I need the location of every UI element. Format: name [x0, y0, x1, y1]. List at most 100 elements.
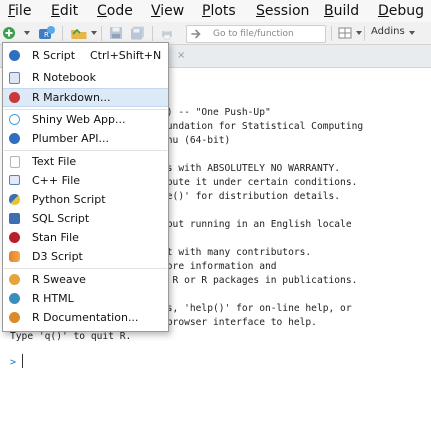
menu-item-sql-script[interactable]: SQL Script [3, 210, 168, 228]
menu-item-shiny-web-app[interactable]: Shiny Web App... [3, 111, 168, 129]
open-folder-icon[interactable] [70, 26, 88, 40]
menu-item-label: R Documentation... [32, 311, 139, 324]
menu-item-label: R Notebook [32, 71, 96, 84]
menu-item-label: R HTML [32, 292, 74, 305]
print-icon[interactable] [160, 26, 174, 40]
console-line: ibute it under certain conditions. [161, 177, 358, 188]
menu-code[interactable]: Code [97, 1, 133, 21]
chevron-down-icon[interactable] [91, 31, 97, 35]
menu-file-label: File [8, 3, 32, 19]
menu-item-r-html[interactable]: R HTML [3, 290, 168, 308]
menu-item-text-file[interactable]: Text File [3, 153, 168, 171]
menu-item-stan-file[interactable]: Stan File [3, 229, 168, 247]
chevron-down-icon[interactable] [409, 31, 415, 35]
r-markdown-icon [9, 92, 20, 103]
toolbar-divider [152, 26, 153, 41]
menu-item-label: D3 Script [32, 250, 83, 263]
console-prompt: > [10, 357, 17, 368]
menu-debug[interactable]: Debug [378, 1, 424, 21]
menu-item-r-notebook[interactable]: R Notebook [3, 69, 168, 87]
menu-item-label: Python Script [32, 193, 106, 206]
chevron-down-icon[interactable] [24, 31, 30, 35]
console-line: os, 'help()' for on-line help, or [161, 303, 352, 314]
menu-item-r-script[interactable]: R Script Ctrl+Shift+N [3, 47, 168, 65]
r-script-icon [9, 50, 20, 61]
new-file-icon[interactable] [2, 26, 16, 40]
menu-session-label: Session [256, 3, 310, 19]
console-line: but running in an English locale [161, 219, 352, 230]
menu-item-label: Shiny Web App... [32, 113, 126, 126]
r-doc-icon [9, 312, 20, 323]
menu-item-label: SQL Script [32, 212, 90, 225]
menu-item-label: Stan File [32, 231, 79, 244]
console-line: gnu (64-bit) [161, 135, 231, 146]
new-file-menu: R Script Ctrl+Shift+N R Notebook R Markd… [2, 42, 169, 332]
menu-item-label: R Sweave [32, 273, 86, 286]
console-line: es with ABSOLUTELY NO WARRANTY. [161, 163, 341, 174]
addins-button[interactable]: Addins [371, 25, 405, 39]
toolbar-divider [101, 26, 102, 41]
cpp-file-icon [9, 175, 20, 185]
svg-text:R: R [44, 31, 49, 39]
menu-file[interactable]: File [8, 1, 31, 21]
menu-item-r-markdown[interactable]: R Markdown... [3, 88, 168, 107]
console-line: ce()' for distribution details. [161, 191, 341, 202]
menu-item-label: C++ File [32, 174, 81, 187]
menu-view-label: View [151, 3, 185, 19]
go-to-arrow-icon [191, 29, 201, 39]
sweave-icon [9, 274, 20, 285]
menu-item-cpp-file[interactable]: C++ File [3, 172, 168, 190]
toolbar-divider [364, 26, 365, 41]
menu-divider [4, 109, 167, 110]
menu-edit[interactable]: Edit [51, 1, 78, 21]
go-to-file-placeholder: Go to file/function [213, 29, 294, 39]
menu-item-label: R Markdown... [32, 91, 111, 104]
menu-session[interactable]: Session [256, 1, 309, 21]
text-file-icon [10, 156, 20, 168]
menu-edit-label: Edit [51, 3, 79, 19]
menu-divider [4, 268, 167, 269]
menu-divider [4, 150, 167, 151]
menu-bar: File Edit Code View Plots Session Build … [0, 0, 431, 22]
menu-item-plumber-api[interactable]: Plumber API... [3, 130, 168, 148]
console-line: )) -- "One Push-Up" [161, 107, 271, 118]
menu-item-label: Plumber API... [32, 132, 110, 145]
console-line: more information and [161, 261, 277, 272]
menu-debug-label: Debug [378, 3, 425, 19]
menu-plots[interactable]: Plots [202, 1, 236, 21]
menu-view[interactable]: View [151, 1, 184, 21]
go-to-file-function-box[interactable]: Go to file/function [186, 25, 326, 43]
menu-plots-label: Plots [202, 3, 236, 19]
r-html-icon [9, 293, 20, 304]
sql-icon [9, 213, 20, 224]
close-icon[interactable]: × [177, 50, 185, 61]
shiny-icon [9, 114, 20, 125]
menu-item-label: R Script [32, 49, 76, 62]
menu-item-shortcut: Ctrl+Shift+N [90, 49, 162, 62]
toolbar-divider [62, 26, 63, 41]
menu-build[interactable]: Build [324, 1, 359, 21]
menu-code-label: Code [97, 3, 133, 19]
chevron-down-icon[interactable] [356, 31, 362, 35]
save-all-icon[interactable] [130, 26, 146, 40]
menu-item-r-sweave[interactable]: R Sweave [3, 271, 168, 289]
d3-icon [9, 251, 20, 262]
new-project-icon[interactable]: R [38, 26, 56, 40]
menu-item-python-script[interactable]: Python Script [3, 191, 168, 209]
console-line: ct with many contributors. [161, 247, 312, 258]
python-icon [9, 194, 20, 205]
pane-layout-icon[interactable] [338, 26, 352, 40]
menu-build-label: Build [324, 3, 360, 19]
text-cursor [22, 354, 23, 368]
save-icon[interactable] [109, 26, 123, 40]
toolbar-divider [331, 26, 332, 41]
menu-item-label: Text File [32, 155, 77, 168]
r-notebook-icon [9, 72, 20, 84]
menu-item-d3-script[interactable]: D3 Script [3, 248, 168, 266]
console-line: browser interface to help. [161, 317, 317, 328]
console-line: e R or R packages in publications. [161, 275, 358, 286]
console-line: oundation for Statistical Computing [161, 121, 364, 132]
menu-item-r-documentation[interactable]: R Documentation... [3, 309, 168, 327]
stan-icon [9, 232, 20, 243]
plumber-icon [9, 133, 20, 144]
